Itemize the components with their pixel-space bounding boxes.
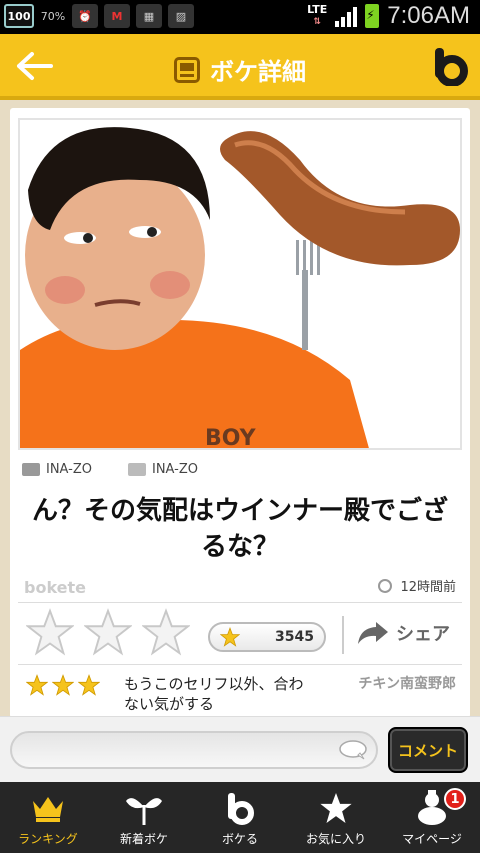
photo-credit-name: INA-ZO xyxy=(46,462,92,477)
rate-star-3-icon[interactable] xyxy=(142,608,190,656)
crown-icon xyxy=(33,797,63,822)
image-credit-name: INA-ZO xyxy=(152,462,198,477)
posted-time: 12時間前 xyxy=(378,576,456,595)
comment-stars xyxy=(26,674,100,696)
bokete-watermark: bokete xyxy=(24,578,87,597)
svg-text:BOY: BOY xyxy=(205,426,257,450)
nav-mypage[interactable]: マイページ 1 xyxy=(384,782,480,853)
signal-icon xyxy=(335,5,358,27)
nav-label: 新着ボケ xyxy=(119,832,168,846)
security-app-icon: M xyxy=(104,4,130,28)
star-icon xyxy=(78,674,100,696)
star-icon xyxy=(52,674,74,696)
star-icon xyxy=(26,674,48,696)
nav-ranking[interactable]: ランキング xyxy=(0,782,96,853)
status-bar: 100 70% ⏰ M ▦ ▨ LTE⇅ 7:06AM xyxy=(0,0,480,34)
image-icon: ▨ xyxy=(168,4,194,28)
comment-input-bar: コメント xyxy=(0,716,480,782)
nav-bokeru[interactable]: ボケる xyxy=(192,782,288,853)
page-title: ボケ詳細 xyxy=(210,58,306,86)
rate-star-2-icon[interactable] xyxy=(84,608,132,656)
comment-item[interactable]: もうこのセリフ以外、合わない気がする チキン南蛮野郎 xyxy=(26,672,456,716)
notification-badge: 1 xyxy=(444,788,466,810)
weather-icon: 70% xyxy=(40,9,66,23)
comment-text: もうこのセリフ以外、合わない気がする xyxy=(124,675,304,713)
share-button[interactable]: シェア xyxy=(356,620,450,646)
nav-new-boke[interactable]: 新着ボケ xyxy=(96,782,192,853)
bottom-nav: ランキング 新着ボケ ボケる お気に入り マイページ 1 xyxy=(0,782,480,853)
gallery-icon: ▦ xyxy=(136,4,162,28)
boke-photo[interactable]: BOY xyxy=(18,118,462,450)
share-arrow-icon xyxy=(358,622,388,644)
image-icon xyxy=(128,463,146,476)
star-icon xyxy=(320,793,352,823)
clock-icon xyxy=(378,578,393,593)
comment-user[interactable]: チキン南蛮野郎 xyxy=(356,674,456,694)
sprout-icon xyxy=(126,798,162,825)
boke-card: BOY INA-ZO INA-ZO ん？その気配はウインナー殿でござるな？ bo… xyxy=(10,108,470,718)
nav-label: ボケる xyxy=(221,832,258,846)
detail-icon xyxy=(174,56,200,83)
battery-100-icon: 100 xyxy=(4,4,34,28)
posted-ago: 12時間前 xyxy=(400,580,456,595)
rating-stars xyxy=(26,608,190,656)
nav-label: マイページ xyxy=(402,832,462,846)
star-icon xyxy=(220,627,240,647)
comment-submit-button[interactable]: コメント xyxy=(388,727,468,773)
nav-label: お気に入り xyxy=(305,832,366,846)
star-count: 3545 xyxy=(275,629,314,645)
comment-input[interactable] xyxy=(10,731,378,769)
app-header: ボケ詳細 xyxy=(0,34,480,100)
nav-label: ランキング xyxy=(18,832,78,846)
image-credit[interactable]: INA-ZO xyxy=(128,462,198,477)
battery-charging-icon xyxy=(365,4,380,28)
divider xyxy=(342,616,344,654)
divider xyxy=(18,602,462,603)
boke-caption: ん？その気配はウインナー殿でござるな？ xyxy=(31,496,448,562)
camera-icon xyxy=(22,463,40,476)
network-type: LTE ⇅ xyxy=(307,3,328,27)
alarm-icon: ⏰ xyxy=(72,4,98,28)
divider xyxy=(18,664,462,665)
rate-star-1-icon[interactable] xyxy=(26,608,74,656)
bokete-logo-button[interactable] xyxy=(432,46,468,87)
bokete-b-icon xyxy=(228,793,254,825)
photo-credit[interactable]: INA-ZO xyxy=(22,462,92,477)
share-label: シェア xyxy=(396,624,450,645)
bokete-logo-icon xyxy=(435,48,468,87)
star-count-badge: 3545 xyxy=(208,622,326,652)
status-time: 7:06AM xyxy=(387,2,470,29)
nav-favorites[interactable]: お気に入り xyxy=(288,782,384,853)
speech-bubble-icon xyxy=(339,740,367,760)
